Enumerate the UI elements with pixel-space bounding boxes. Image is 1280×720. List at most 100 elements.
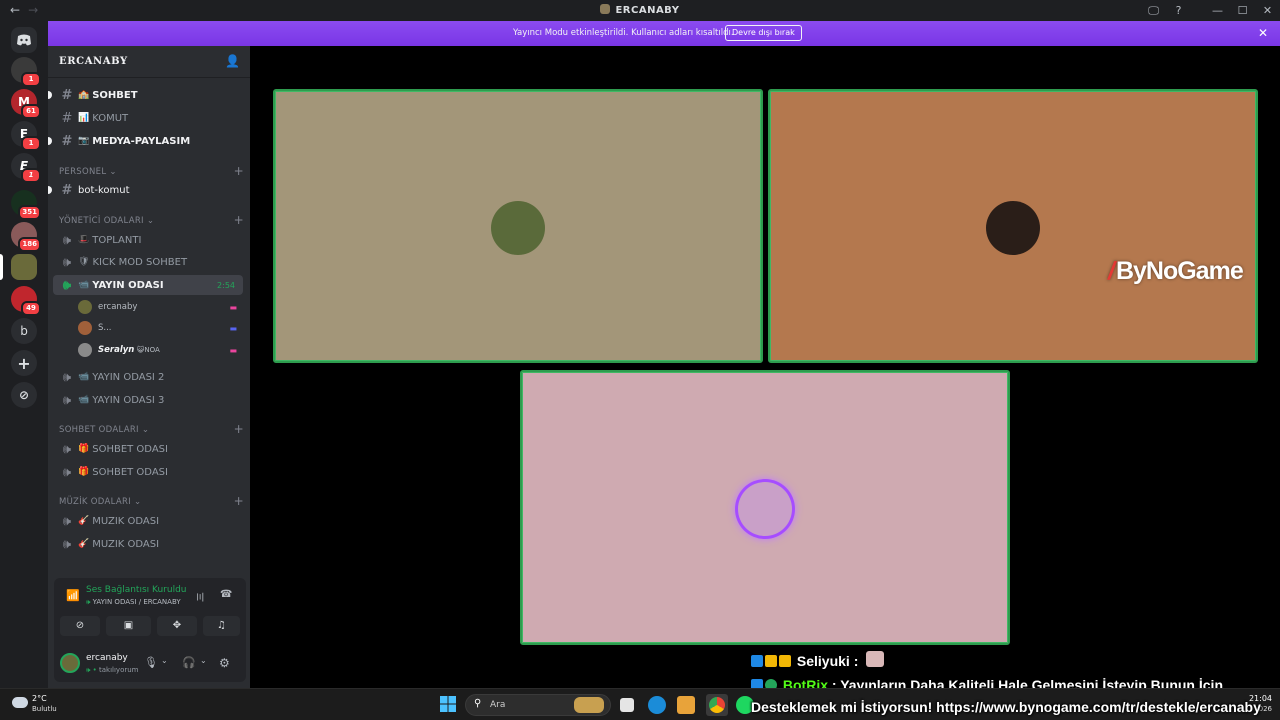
voice-user[interactable]: Seralyn 😺NOA ▬ xyxy=(78,341,243,359)
explore-icon[interactable]: ⊘ xyxy=(11,382,37,408)
settings-gear-icon[interactable]: ⚙ xyxy=(219,656,230,670)
server-icon-9[interactable]: b xyxy=(11,318,37,344)
category-name: SOHBET ODALARI xyxy=(59,425,139,435)
close-banner-icon[interactable]: ✕ xyxy=(1258,26,1268,40)
signal-icon[interactable]: 📶 xyxy=(66,589,80,602)
create-channel-icon[interactable]: + xyxy=(234,213,244,227)
voice-channel-kick-mod-sohbet[interactable]: 🕪 🛡 KICK MOD SOHBET xyxy=(53,252,243,272)
mention-badge: 186 xyxy=(18,237,41,252)
emote-icon xyxy=(866,651,885,667)
headphones-icon[interactable]: 🎧 xyxy=(182,656,196,669)
task-view-icon[interactable] xyxy=(620,698,634,712)
speaker-icon: 🕪 xyxy=(62,232,72,248)
chevron-down-icon[interactable]: ⌄ xyxy=(200,656,207,665)
voice-channel-sohbet-odasi-2[interactable]: 🕪 🎁 SOHBET ODASI xyxy=(53,462,243,482)
screen-share-button[interactable]: ▣ xyxy=(106,616,151,636)
server-icon-2[interactable]: M 61 xyxy=(11,89,41,119)
invite-people-icon[interactable]: 👤 xyxy=(225,54,240,68)
microphone-icon[interactable]: 🎙 xyxy=(144,656,158,669)
stream-duration: 2:54 xyxy=(217,280,235,290)
server-icon-6[interactable]: 186 xyxy=(11,222,41,252)
close-window-button[interactable]: ✕ xyxy=(1255,4,1280,17)
inbox-icon[interactable]: 🖵 xyxy=(1141,4,1166,18)
camera-off-button[interactable]: ⊘ xyxy=(60,616,100,636)
channel-emoji: 📹 xyxy=(78,280,90,290)
chrome-active-background[interactable] xyxy=(706,694,728,716)
brand-text: ByNoGame xyxy=(1115,257,1244,285)
mention-badge: 1 xyxy=(21,72,41,87)
server-name: ERCANABY xyxy=(59,56,128,67)
server-icon-4[interactable]: E1 xyxy=(11,153,41,183)
category-name: YÖNETİCİ ODALARI xyxy=(59,216,144,226)
create-channel-icon[interactable]: + xyxy=(234,494,244,508)
voice-channel-muzik-odasi-1[interactable]: 🕪 🎸 MUZIK ODASI xyxy=(53,511,243,531)
windows-start-icon[interactable] xyxy=(440,696,458,714)
taskbar-search[interactable]: ⚲ Ara xyxy=(465,694,611,716)
voice-channel-yayin-odasi[interactable]: 🕪 📹 YAYIN ODASI 2:54 xyxy=(53,275,243,295)
channel-name: KOMUT xyxy=(92,112,129,124)
channel-emoji: 🛡 xyxy=(78,257,90,267)
minimize-button[interactable]: — xyxy=(1205,4,1230,17)
category-personel[interactable]: PERSONEL ⌄ + xyxy=(59,164,244,178)
soundboard-button[interactable]: ♫ xyxy=(203,616,240,636)
server-icon-8[interactable]: 49 xyxy=(11,286,41,316)
voice-channel-path[interactable]: 🕪 YAYIN ODASI / ERCANABY xyxy=(86,598,181,607)
channel-komut[interactable]: # 📊 KOMUT xyxy=(53,108,243,128)
voice-channel-sohbet-odasi-1[interactable]: 🕪 🎁 SOHBET ODASI xyxy=(53,439,243,459)
voice-tile-user-2[interactable] xyxy=(768,89,1258,363)
window-titlebar: ← → ERCANABY 🖵 ? — ☐ ✕ xyxy=(0,0,1280,21)
category-yonetici[interactable]: YÖNETİCİ ODALARI ⌄ + xyxy=(59,213,244,227)
noise-suppression-icon[interactable]: 〣 xyxy=(195,589,205,604)
chat-message-2-continued: Desteklemek mi İstiyorsun! https://www.b… xyxy=(751,699,1261,715)
voice-user[interactable]: S... ▬ xyxy=(78,319,243,337)
disable-streamer-mode-button[interactable]: Devre dışı bırak xyxy=(725,25,802,41)
category-sohbet[interactable]: SOHBET ODALARI ⌄ + xyxy=(59,422,244,436)
channel-name: MUZIK ODASI xyxy=(92,538,160,550)
create-channel-icon[interactable]: + xyxy=(234,164,244,178)
add-server-icon[interactable]: + xyxy=(11,350,37,376)
server-icon-ercanaby[interactable] xyxy=(11,254,37,280)
voice-status[interactable]: Ses Bağlantısı Kuruldu xyxy=(86,585,186,595)
category-name: PERSONEL xyxy=(59,167,107,177)
channel-sohbet[interactable]: # 🏫 SOHBET xyxy=(48,85,243,105)
chevron-down-icon: ⌄ xyxy=(120,55,128,65)
create-channel-icon[interactable]: + xyxy=(234,422,244,436)
server-icon-5[interactable]: 351 xyxy=(11,190,41,220)
selected-server-pill xyxy=(0,254,3,280)
voice-channel-yayin-odasi-2[interactable]: 🕪 📹 YAYIN ODASI 2 xyxy=(53,367,243,387)
voice-channel-yayin-odasi-3[interactable]: 🕪 📹 YAYIN ODASI 3 xyxy=(53,390,243,410)
chat-username: Seliyuki : xyxy=(796,653,859,669)
mention-badge: 351 xyxy=(18,205,41,220)
maximize-button[interactable]: ☐ xyxy=(1230,4,1255,17)
server-icon-3[interactable]: E1 xyxy=(11,121,41,151)
edge-icon[interactable] xyxy=(648,696,666,714)
voice-tile-user-1[interactable] xyxy=(273,89,763,363)
window-title: ERCANABY xyxy=(0,4,1280,16)
activities-button[interactable]: ✥ xyxy=(157,616,197,636)
channel-name: bot-komut xyxy=(78,184,130,196)
help-icon[interactable]: ? xyxy=(1166,4,1191,17)
server-icon-1[interactable]: 1 xyxy=(11,57,41,87)
voice-channel-toplanti[interactable]: 🕪 🎩 TOPLANTI xyxy=(53,230,243,250)
discord-home-icon[interactable] xyxy=(11,27,37,53)
chevron-down-icon: ⌄ xyxy=(134,497,142,507)
channel-bot-komut[interactable]: # bot-komut xyxy=(48,180,243,200)
avatar[interactable] xyxy=(60,653,80,673)
disconnect-icon[interactable]: ☎ xyxy=(220,589,232,600)
category-muzik[interactable]: MÜZİK ODALARI ⌄ + xyxy=(59,494,244,508)
cloud-icon xyxy=(12,697,28,708)
server-header[interactable]: ERCANABY ⌄ 👤 xyxy=(48,46,250,78)
chevron-down-icon[interactable]: ⌄ xyxy=(161,656,168,665)
channel-emoji: 🎁 xyxy=(78,467,90,477)
store-icon[interactable] xyxy=(677,696,695,714)
chat-message-1: Seliyuki : xyxy=(751,651,886,669)
current-username[interactable]: ercanaby xyxy=(86,653,128,663)
channel-medya-paylasim[interactable]: # 📷 MEDYA-PAYLASIM xyxy=(48,131,243,151)
channel-emoji: 📹 xyxy=(78,372,90,382)
voice-tile-user-3[interactable] xyxy=(520,370,1010,645)
channel-name: YAYIN ODASI 3 xyxy=(92,394,165,406)
chat-text: Desteklemek mi İstiyorsun! https://www.b… xyxy=(751,699,1261,715)
channel-emoji: 🎩 xyxy=(78,235,90,245)
voice-user[interactable]: ercanaby ▬ xyxy=(78,298,243,316)
voice-channel-muzik-odasi-2[interactable]: 🕪 🎸 MUZIK ODASI xyxy=(53,534,243,554)
